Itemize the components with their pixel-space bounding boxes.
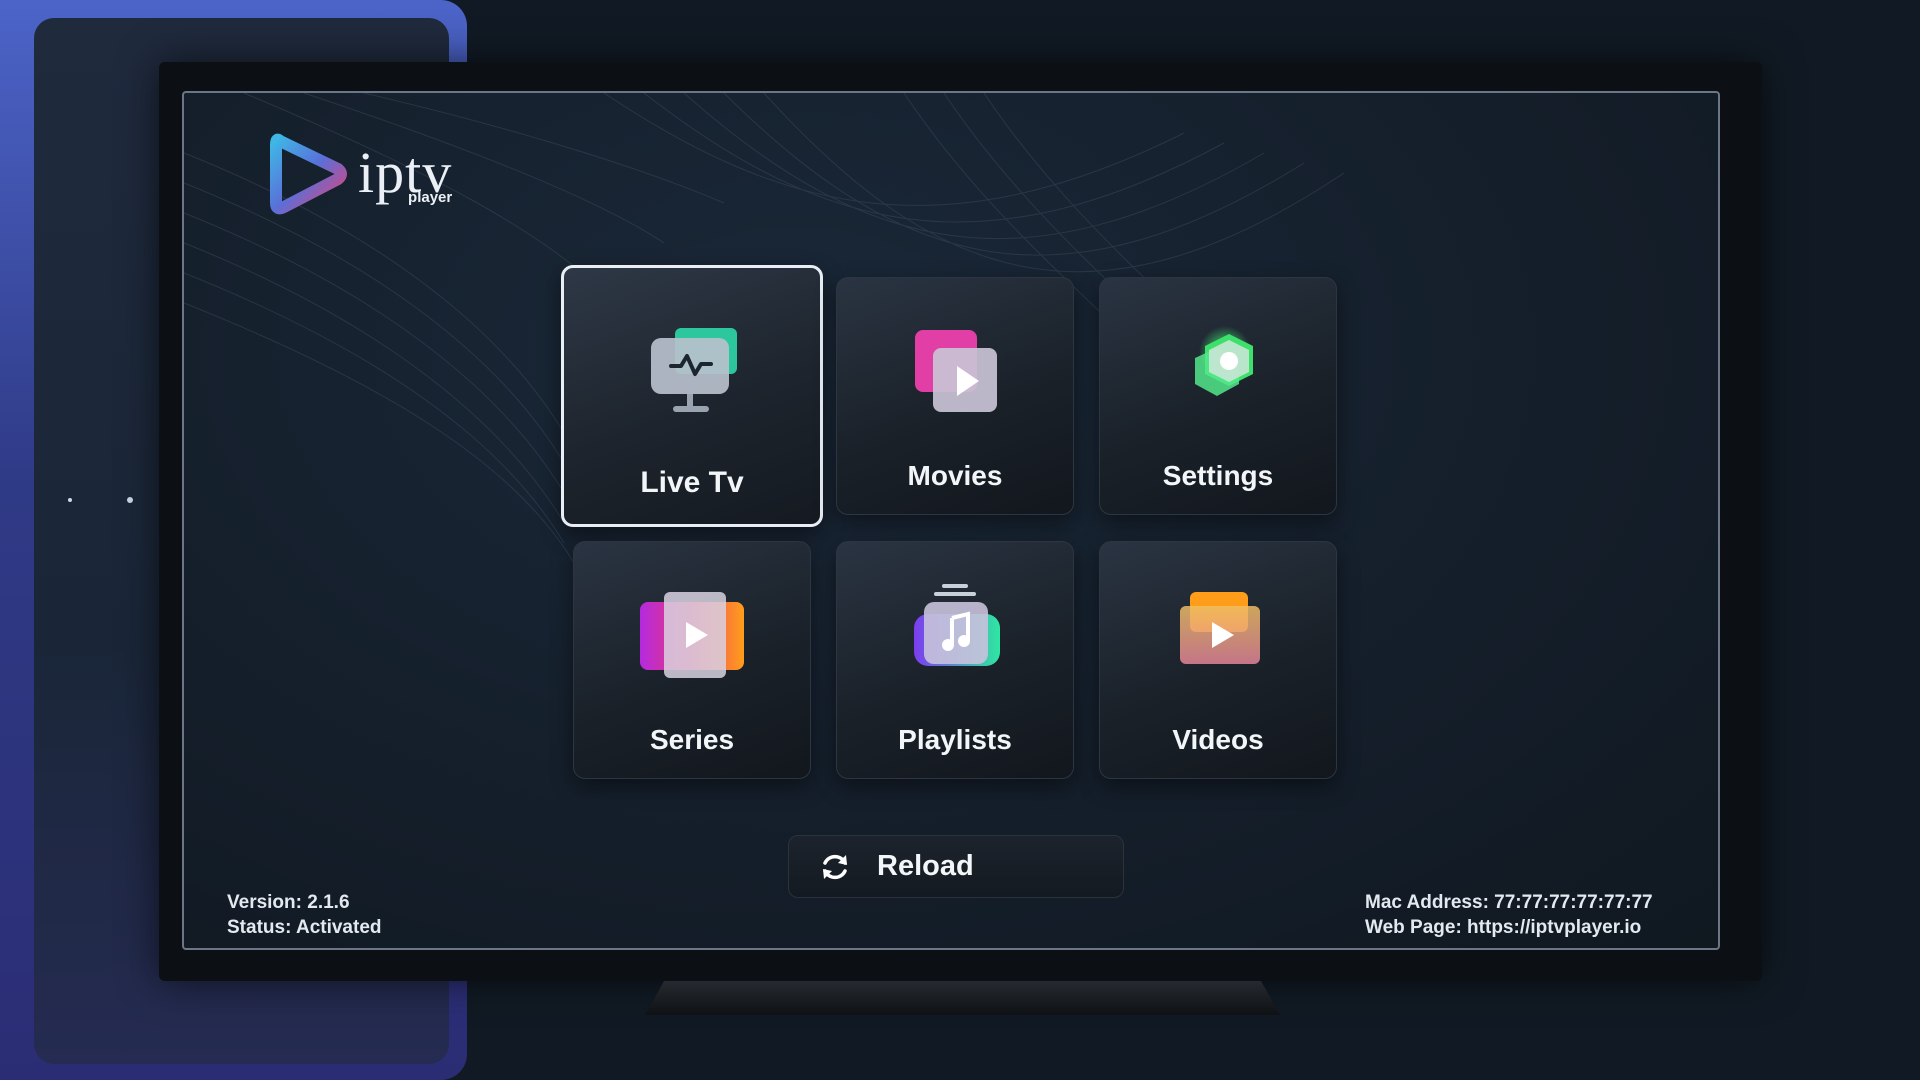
live-tv-icon	[651, 328, 737, 412]
tile-videos[interactable]: Videos	[1099, 541, 1337, 779]
version-info: Version: 2.1.6 Status: Activated	[227, 890, 382, 940]
videos-icon	[1180, 592, 1260, 664]
device-info: Mac Address: 77:77:77:77:77:77 Web Page:…	[1365, 890, 1653, 940]
play-logo-icon	[270, 133, 347, 215]
tile-live-tv[interactable]: Live Tv	[561, 265, 823, 527]
app-logo: iptv player	[266, 131, 452, 217]
movies-icon	[915, 330, 997, 412]
tile-label: Playlists	[898, 724, 1012, 755]
tv-screen: iptv player Live Tv Movies Settings Seri…	[182, 91, 1720, 950]
decorative-dot	[127, 497, 133, 503]
logo-subtitle: player	[408, 188, 453, 206]
tile-label: Videos	[1172, 724, 1264, 755]
playlists-icon	[914, 584, 1000, 666]
status-text: Status: Activated	[227, 917, 382, 938]
reload-button[interactable]: Reload	[788, 835, 1124, 898]
tile-series[interactable]: Series	[573, 541, 811, 779]
tile-label: Settings	[1162, 460, 1274, 491]
refresh-icon	[823, 854, 847, 879]
tile-label: Live Tv	[640, 466, 744, 499]
tile-movies[interactable]: Movies	[836, 277, 1074, 515]
series-icon	[640, 592, 744, 678]
tile-label: Series	[649, 724, 735, 755]
tile-label: Movies	[907, 460, 1003, 491]
settings-icon	[1195, 326, 1253, 396]
mac-address-text: Mac Address: 77:77:77:77:77:77	[1365, 892, 1653, 913]
decorative-dot	[68, 498, 72, 502]
tv-stand	[645, 981, 1280, 1015]
background-lines	[184, 93, 1345, 564]
version-text: Version: 2.1.6	[227, 892, 350, 913]
tile-settings[interactable]: Settings	[1099, 277, 1337, 515]
tile-playlists[interactable]: Playlists	[836, 541, 1074, 779]
web-page-text: Web Page: https://iptvplayer.io	[1365, 917, 1642, 938]
reload-label: Reload	[877, 850, 974, 882]
logo-text: iptv player	[358, 143, 453, 206]
